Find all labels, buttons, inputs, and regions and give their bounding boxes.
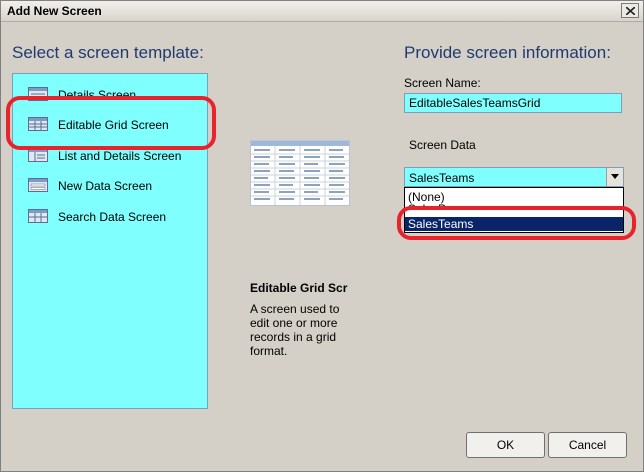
- list-details-screen-icon: [28, 148, 48, 162]
- template-label: Details Screen: [58, 88, 137, 102]
- ok-button[interactable]: OK: [466, 432, 545, 458]
- window-title: Add New Screen: [7, 4, 102, 18]
- preview-description: A screen used to edit one or more record…: [250, 302, 348, 358]
- template-item-new-data[interactable]: New Data Screen: [13, 174, 207, 196]
- dropdown-button[interactable]: [606, 168, 623, 186]
- screen-data-select[interactable]: SalesTeams: [404, 167, 624, 187]
- chevron-down-icon: [611, 174, 619, 179]
- grid-screen-icon: [28, 117, 48, 131]
- preview-description-line: A screen used to: [250, 302, 340, 316]
- screen-data-dropdown-list: (None) SalesPe... SalesTeams: [404, 187, 624, 233]
- dropdown-option-salesteams[interactable]: SalesTeams: [405, 217, 623, 231]
- template-list[interactable]: Details Screen Editable Grid Screen List…: [12, 73, 208, 409]
- dropdown-option-salespeople[interactable]: SalesPe...: [405, 202, 623, 210]
- template-label: New Data Screen: [58, 179, 153, 193]
- close-button[interactable]: [621, 3, 639, 18]
- template-label: List and Details Screen: [58, 149, 182, 163]
- screen-data-label: Screen Data: [409, 138, 476, 152]
- close-icon: [626, 7, 635, 15]
- details-screen-icon: [28, 87, 48, 101]
- preview-description-line: records in a grid: [250, 330, 337, 344]
- preview-description-line: format.: [250, 344, 288, 358]
- template-item-details[interactable]: Details Screen: [13, 83, 207, 105]
- cancel-button[interactable]: Cancel: [548, 432, 627, 458]
- screen-data-value: SalesTeams: [409, 171, 475, 185]
- template-item-editable-grid[interactable]: Editable Grid Screen: [13, 113, 207, 135]
- preview-description-line: edit one or more: [250, 316, 338, 330]
- template-heading: Select a screen template:: [12, 43, 204, 62]
- new-data-screen-icon: [28, 178, 48, 192]
- preview-title: Editable Grid Scr: [250, 281, 348, 295]
- template-label: Editable Grid Screen: [58, 118, 169, 132]
- screen-name-input[interactable]: [404, 93, 622, 113]
- search-data-screen-icon: [28, 209, 48, 223]
- grid-preview-thumbnail: [250, 140, 350, 206]
- screen-name-label: Screen Name:: [404, 76, 481, 90]
- template-label: Search Data Screen: [58, 210, 167, 224]
- template-item-search-data[interactable]: Search Data Screen: [13, 205, 207, 227]
- template-item-list-details[interactable]: List and Details Screen: [13, 144, 207, 166]
- title-bar: Add New Screen: [1, 1, 643, 22]
- screen-info-heading: Provide screen information:: [404, 43, 611, 62]
